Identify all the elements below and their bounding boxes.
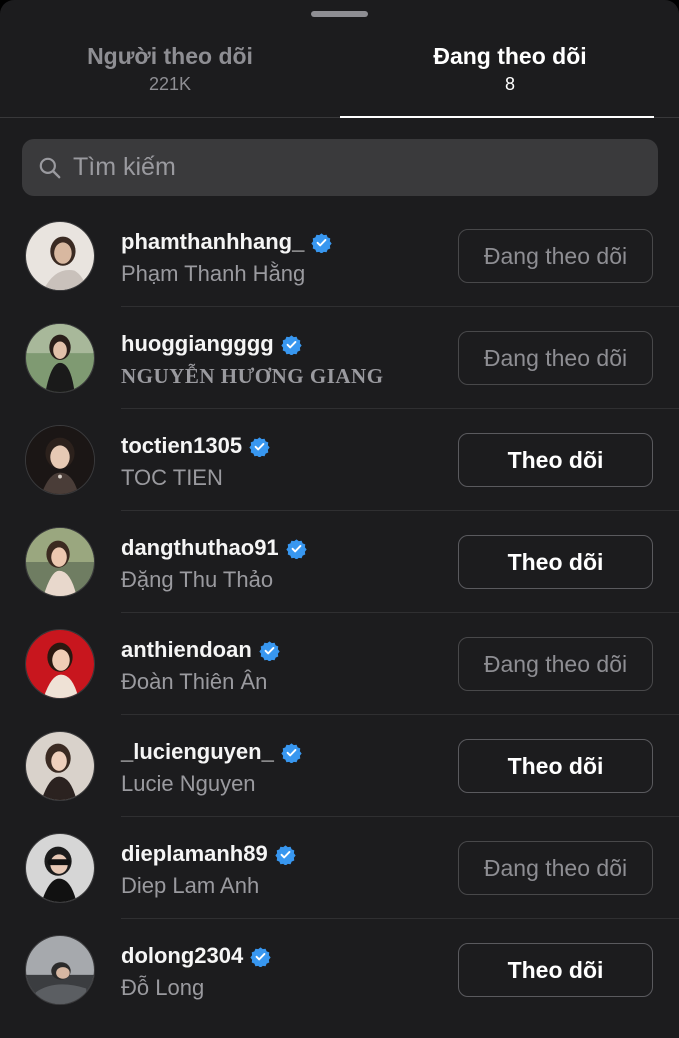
full-name: NGUYỄN HƯƠNG GIANG xyxy=(121,364,384,388)
verified-badge-icon xyxy=(259,640,280,661)
active-tab-indicator xyxy=(340,116,654,118)
tab-followers-label: Người theo dõi xyxy=(87,43,253,69)
follow-button[interactable]: Theo dõi xyxy=(458,943,653,997)
tab-following[interactable]: Đang theo dõi 8 xyxy=(340,36,679,118)
following-sheet: Người theo dõi 221K Đang theo dõi 8 pham… xyxy=(0,0,679,1038)
list-item[interactable]: _lucienguyen_ Lucie Nguyen Theo dõi xyxy=(0,715,679,817)
tab-followers-count: 221K xyxy=(148,74,192,94)
verified-badge-icon xyxy=(281,742,302,763)
full-name: Đặng Thu Thảo xyxy=(121,567,274,592)
search-bar[interactable] xyxy=(22,139,658,196)
verified-badge-icon xyxy=(275,844,296,865)
username-text: dieplamanh89 xyxy=(121,841,268,866)
follow-button[interactable]: Theo dõi xyxy=(458,739,653,793)
username-text: toctien1305 xyxy=(121,433,243,458)
tab-following-count: 8 xyxy=(504,74,515,94)
full-name: Phạm Thanh Hằng xyxy=(121,261,306,286)
list-item[interactable]: dolong2304 Đỗ Long Theo dõi xyxy=(0,919,679,1021)
list-item[interactable]: anthiendoan Đoàn Thiên Ân Đang theo dõi xyxy=(0,613,679,715)
following-button[interactable]: Đang theo dõi xyxy=(458,841,653,895)
tab-followers[interactable]: Người theo dõi 221K xyxy=(0,36,340,118)
tab-bar: Người theo dõi 221K Đang theo dõi 8 xyxy=(0,36,679,118)
avatar[interactable] xyxy=(25,935,95,1005)
list-item[interactable]: phamthanhhang_ Phạm Thanh Hằng Đang theo… xyxy=(0,205,679,307)
avatar[interactable] xyxy=(25,323,95,393)
following-list: phamthanhhang_ Phạm Thanh Hằng Đang theo… xyxy=(0,205,679,1021)
avatar[interactable] xyxy=(25,425,95,495)
full-name: Lucie Nguyen xyxy=(121,771,256,796)
username[interactable]: dieplamanh89 xyxy=(121,840,296,868)
following-button[interactable]: Đang theo dõi xyxy=(458,331,653,385)
username[interactable]: huoggiangggg xyxy=(121,330,302,358)
avatar[interactable] xyxy=(25,221,95,291)
username-text: dangthuthao91 xyxy=(121,535,279,560)
username[interactable]: phamthanhhang_ xyxy=(121,228,332,256)
username-text: phamthanhhang_ xyxy=(121,229,305,254)
username[interactable]: dangthuthao91 xyxy=(121,534,307,562)
following-button[interactable]: Đang theo dõi xyxy=(458,229,653,283)
username-text: dolong2304 xyxy=(121,943,244,968)
avatar[interactable] xyxy=(25,629,95,699)
username[interactable]: _lucienguyen_ xyxy=(121,738,302,766)
drag-handle[interactable] xyxy=(311,11,368,17)
full-name: Diep Lam Anh xyxy=(121,873,260,898)
tab-following-label: Đang theo dõi xyxy=(433,43,587,69)
full-name: Đỗ Long xyxy=(121,975,205,1000)
follow-button[interactable]: Theo dõi xyxy=(458,535,653,589)
verified-badge-icon xyxy=(311,232,332,253)
full-name: Đoàn Thiên Ân xyxy=(121,669,268,694)
search-input[interactable] xyxy=(73,147,633,188)
username[interactable]: dolong2304 xyxy=(121,942,271,970)
avatar[interactable] xyxy=(25,527,95,597)
verified-badge-icon xyxy=(281,334,302,355)
search-icon xyxy=(39,157,61,178)
list-item[interactable]: toctien1305 TOC TIEN Theo dõi xyxy=(0,409,679,511)
verified-badge-icon xyxy=(250,946,271,967)
following-button[interactable]: Đang theo dõi xyxy=(458,637,653,691)
username[interactable]: toctien1305 xyxy=(121,432,270,460)
username-text: huoggiangggg xyxy=(121,331,274,356)
username-text: anthiendoan xyxy=(121,637,252,662)
avatar[interactable] xyxy=(25,833,95,903)
username-text: _lucienguyen_ xyxy=(121,739,274,764)
list-item[interactable]: dangthuthao91 Đặng Thu Thảo Theo dõi xyxy=(0,511,679,613)
follow-button[interactable]: Theo dõi xyxy=(458,433,653,487)
list-item[interactable]: huoggiangggg NGUYỄN HƯƠNG GIANG Đang the… xyxy=(0,307,679,409)
list-item[interactable]: dieplamanh89 Diep Lam Anh Đang theo dõi xyxy=(0,817,679,919)
avatar[interactable] xyxy=(25,731,95,801)
full-name: TOC TIEN xyxy=(121,465,223,490)
verified-badge-icon xyxy=(249,436,270,457)
username[interactable]: anthiendoan xyxy=(121,636,280,664)
verified-badge-icon xyxy=(286,538,307,559)
